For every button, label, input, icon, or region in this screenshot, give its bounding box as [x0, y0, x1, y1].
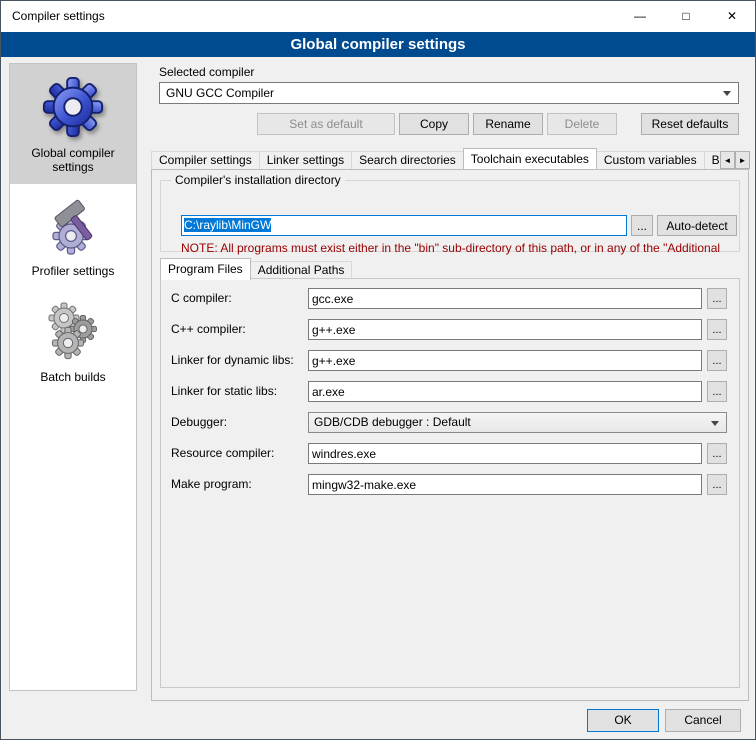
close-icon[interactable]: ✕: [709, 1, 755, 32]
tab-toolchain-executables[interactable]: Toolchain executables: [463, 148, 597, 169]
tab-custom-variables[interactable]: Custom variables: [596, 151, 705, 169]
linker-static-browse-button[interactable]: ...: [707, 381, 727, 402]
tab-scroll-left-icon[interactable]: ◄: [720, 151, 735, 169]
titlebar: Compiler settings — □ ✕: [1, 1, 755, 32]
compiler-settings-window: Compiler settings — □ ✕ Global compiler …: [0, 0, 756, 740]
window-title: Compiler settings: [12, 1, 105, 32]
sidebar-item-profiler-settings[interactable]: Profiler settings: [10, 184, 136, 288]
linker-dynamic-label: Linker for dynamic libs:: [171, 350, 294, 371]
make-program-input[interactable]: [308, 474, 702, 495]
auto-detect-button[interactable]: Auto-detect: [657, 215, 737, 236]
batch-builds-icon: [42, 298, 104, 364]
dialog-header: Global compiler settings: [1, 32, 755, 57]
program-files-page: C compiler: ... C++ compiler: ... Linker…: [160, 278, 740, 688]
program-files-tabstrip: Program Files Additional Paths: [160, 258, 352, 279]
tab-additional-paths[interactable]: Additional Paths: [250, 261, 353, 279]
ok-button[interactable]: OK: [587, 709, 659, 732]
profiler-icon: [43, 194, 103, 258]
field-row-cpp-compiler: C++ compiler: ...: [161, 319, 739, 340]
minimize-icon[interactable]: —: [617, 1, 663, 32]
selected-compiler-label: Selected compiler: [159, 65, 254, 79]
resource-compiler-browse-button[interactable]: ...: [707, 443, 727, 464]
c-compiler-label: C compiler:: [171, 288, 232, 309]
linker-dynamic-input[interactable]: [308, 350, 702, 371]
linker-static-input[interactable]: [308, 381, 702, 402]
installation-directory-group-title: Compiler's installation directory: [171, 173, 345, 187]
installation-directory-input[interactable]: C:\raylib\MinGW: [181, 215, 627, 236]
cancel-button[interactable]: Cancel: [665, 709, 741, 732]
set-as-default-button[interactable]: Set as default: [257, 113, 395, 135]
c-compiler-browse-button[interactable]: ...: [707, 288, 727, 309]
resource-compiler-input[interactable]: [308, 443, 702, 464]
cpp-compiler-browse-button[interactable]: ...: [707, 319, 727, 340]
compiler-select[interactable]: GNU GCC Compiler: [159, 82, 739, 104]
make-program-browse-button[interactable]: ...: [707, 474, 727, 495]
tab-scroll-right-icon[interactable]: ►: [735, 151, 750, 169]
window-controls: — □ ✕: [617, 1, 755, 32]
compiler-select-value: GNU GCC Compiler: [166, 86, 274, 100]
debugger-select-value: GDB/CDB debugger : Default: [314, 415, 471, 429]
make-program-label: Make program:: [171, 474, 252, 495]
field-row-make-program: Make program: ...: [161, 474, 739, 495]
category-list: Global compiler settings Profiler settin…: [9, 63, 137, 691]
installation-directory-group: Compiler's installation directory C:\ray…: [160, 180, 740, 252]
tab-linker-settings[interactable]: Linker settings: [259, 151, 352, 169]
field-row-debugger: Debugger: GDB/CDB debugger : Default: [161, 412, 739, 433]
debugger-label: Debugger:: [171, 412, 227, 433]
field-row-resource-compiler: Resource compiler: ...: [161, 443, 739, 464]
installation-directory-selected-text: C:\raylib\MinGW: [184, 218, 271, 232]
chevron-down-icon: [711, 421, 719, 426]
maximize-icon[interactable]: □: [663, 1, 709, 32]
tab-search-directories[interactable]: Search directories: [351, 151, 464, 169]
sidebar-item-global-compiler-settings[interactable]: Global compiler settings: [10, 64, 136, 184]
installation-directory-browse-button[interactable]: ...: [631, 215, 653, 236]
sidebar-item-label: Batch builds: [40, 370, 105, 384]
sidebar-item-label: Profiler settings: [32, 264, 115, 278]
linker-dynamic-browse-button[interactable]: ...: [707, 350, 727, 371]
delete-button[interactable]: Delete: [547, 113, 617, 135]
reset-defaults-button[interactable]: Reset defaults: [641, 113, 739, 135]
toolchain-executables-page: Compiler's installation directory C:\ray…: [151, 169, 749, 701]
main-tabstrip: Compiler settings Linker settings Search…: [151, 148, 721, 169]
resource-compiler-label: Resource compiler:: [171, 443, 274, 464]
field-row-linker-dynamic: Linker for dynamic libs: ...: [161, 350, 739, 371]
sidebar-item-batch-builds[interactable]: Batch builds: [10, 288, 136, 394]
tab-program-files[interactable]: Program Files: [160, 258, 251, 280]
cpp-compiler-input[interactable]: [308, 319, 702, 340]
tab-compiler-settings[interactable]: Compiler settings: [151, 151, 260, 169]
linker-static-label: Linker for static libs:: [171, 381, 277, 402]
chevron-down-icon: [723, 91, 731, 96]
field-row-c-compiler: C compiler: ...: [161, 288, 739, 309]
copy-button[interactable]: Copy: [399, 113, 469, 135]
tab-build-options-truncated[interactable]: Buil: [704, 151, 721, 169]
cpp-compiler-label: C++ compiler:: [171, 319, 246, 340]
install-dir-note: NOTE: All programs must exist either in …: [181, 241, 737, 255]
debugger-select[interactable]: GDB/CDB debugger : Default: [308, 412, 727, 433]
gear-blue-icon: [41, 74, 105, 140]
c-compiler-input[interactable]: [308, 288, 702, 309]
sidebar-item-label: Global compiler settings: [12, 146, 134, 174]
field-row-linker-static: Linker for static libs: ...: [161, 381, 739, 402]
rename-button[interactable]: Rename: [473, 113, 543, 135]
